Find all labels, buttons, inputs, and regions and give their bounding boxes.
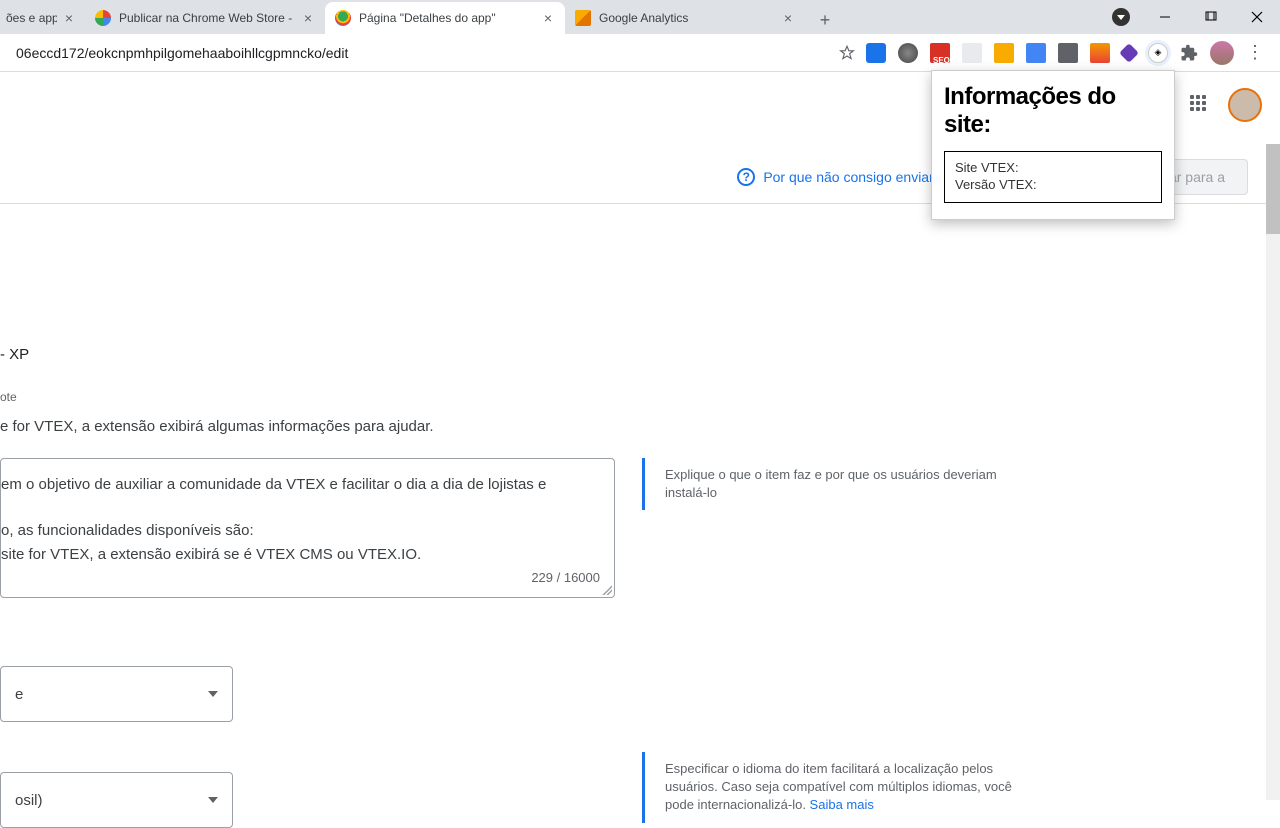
popup-line-version: Versão VTEX: [955,177,1151,194]
tab-3-active[interactable]: Página "Detalhes do app" × [325,2,565,34]
tab-1[interactable]: ões e apps ões e apps × [0,2,85,34]
why-cant-submit-link[interactable]: ? Por que não consigo enviar? [737,168,941,186]
popup-title: Informações do site: [944,83,1162,139]
close-window-button[interactable] [1234,0,1280,34]
extension-icon-8[interactable] [1090,43,1110,63]
small-label-fragment: ote [0,390,17,404]
extension-icon-9[interactable] [1119,43,1139,63]
close-icon[interactable]: × [301,11,315,25]
textarea-line-2: o, as funcionalidades disponíveis são: [1,519,600,543]
category-select[interactable]: e [0,666,233,722]
close-icon[interactable]: × [63,11,75,25]
short-description-fragment: e for VTEX, a extensão exibirá algumas i… [0,418,434,435]
close-icon[interactable]: × [541,11,555,25]
help-link-label: Por que não consigo enviar? [763,169,941,185]
extension-icon-7[interactable] [1058,43,1078,63]
scrollbar-thumb[interactable] [1266,144,1280,234]
tab-2[interactable]: Publicar na Chrome Web Store - × [85,2,325,34]
chevron-down-icon [208,691,218,697]
extension-icon-6[interactable] [1026,43,1046,63]
extension-icon-3[interactable]: SEO [930,43,950,63]
extension-icon-4[interactable] [962,43,982,63]
extension-icon-1[interactable] [866,43,886,63]
help-icon: ? [737,168,755,186]
chrome-web-store-icon [335,10,351,26]
tab-4-label: Google Analytics [599,11,775,25]
popup-info-box: Site VTEX: Versão VTEX: [944,151,1162,203]
profile-menu-icon[interactable] [1112,8,1130,26]
google-apps-icon[interactable] [1190,95,1210,115]
minimize-button[interactable] [1142,0,1188,34]
browser-tab-bar: ões e apps ões e apps × Publicar na Chro… [0,0,1280,34]
description-textarea[interactable]: em o objetivo de auxiliar a comunidade d… [0,458,615,598]
tab-1-label: ões e apps [6,11,57,25]
textarea-line-1: em o objetivo de auxiliar a comunidade d… [1,473,600,497]
new-tab-button[interactable]: + [811,6,839,34]
profile-avatar-small[interactable] [1210,41,1234,65]
language-select-value: osil) [15,792,43,809]
extension-icon-2[interactable] [898,43,918,63]
address-bar-row: 06eccd172/eokcnpmhpilgomehaaboihllcgpmnc… [0,34,1280,72]
maximize-button[interactable] [1188,0,1234,34]
language-select[interactable]: osil) [0,772,233,828]
resize-handle-icon[interactable] [602,585,612,595]
extension-icon-active[interactable]: ◈ [1148,43,1168,63]
extension-icon-5[interactable] [994,43,1014,63]
category-select-value: e [15,686,23,703]
description-hint: Explique o que o item faz e por que os u… [642,458,1022,510]
chrome-menu-button[interactable]: ⋮ [1246,42,1264,63]
chrome-icon [95,10,111,26]
language-hint: Especificar o idioma do item facilitará … [642,752,1042,823]
extensions-puzzle-icon[interactable] [1180,44,1198,62]
url-text: 06eccd172/eokcnpmhpilgomehaaboihllcgpmnc… [16,45,348,61]
tab-4[interactable]: Google Analytics × [565,2,805,34]
popup-line-site: Site VTEX: [955,160,1151,177]
item-title-fragment: - XP [0,346,29,363]
extension-icons: SEO ◈ ⋮ [866,41,1272,65]
scrollbar-track[interactable] [1266,144,1280,800]
bookmark-star-icon[interactable] [838,44,856,62]
address-bar[interactable]: 06eccd172/eokcnpmhpilgomehaaboihllcgpmnc… [8,39,828,67]
window-controls [1142,0,1280,34]
page-header-right [1190,88,1262,122]
textarea-line-3: site for VTEX, a extensão exibirá se é V… [1,543,600,567]
chevron-down-icon [208,797,218,803]
account-avatar[interactable] [1228,88,1262,122]
char-counter: 229 / 16000 [531,568,600,589]
google-analytics-icon [575,10,591,26]
tab-3-label: Página "Detalhes do app" [359,11,535,25]
close-icon[interactable]: × [781,11,795,25]
extension-popup: Informações do site: Site VTEX: Versão V… [931,70,1175,220]
tab-2-label: Publicar na Chrome Web Store - [119,11,295,25]
